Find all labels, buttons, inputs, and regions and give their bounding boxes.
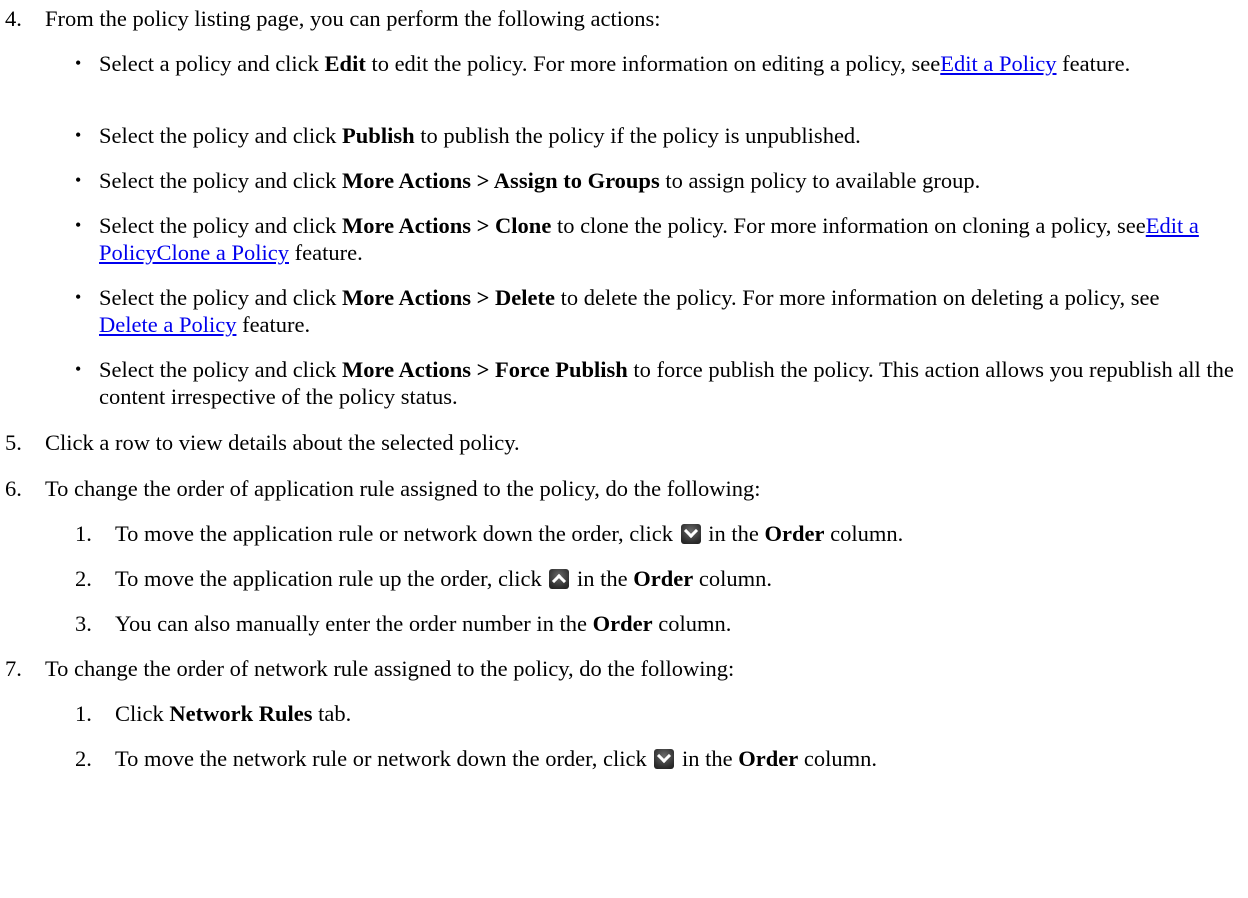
- bullet: •: [75, 215, 82, 235]
- chevron-down-icon: [654, 749, 675, 769]
- bullet: •: [75, 53, 82, 73]
- bullet: •: [75, 125, 82, 145]
- step-number: 6.: [5, 476, 22, 501]
- step-text: Click a row to view details about the se…: [45, 430, 520, 455]
- bullet: •: [75, 170, 82, 190]
- delete-policy-link[interactable]: Delete a Policy: [99, 312, 236, 337]
- chevron-down-icon: [680, 524, 701, 544]
- step-number: 5.: [5, 430, 22, 455]
- step-number: 4.: [5, 6, 22, 31]
- step-number: 7.: [5, 656, 22, 681]
- bullet: •: [75, 287, 82, 307]
- step-text: To change the order of network rule assi…: [45, 656, 735, 681]
- step-text: To change the order of application rule …: [45, 476, 761, 501]
- step-text: From the policy listing page, you can pe…: [45, 6, 661, 31]
- edit-policy-link[interactable]: Edit a Policy: [940, 51, 1056, 76]
- bullet: •: [75, 359, 82, 379]
- chevron-up-icon: [549, 569, 570, 589]
